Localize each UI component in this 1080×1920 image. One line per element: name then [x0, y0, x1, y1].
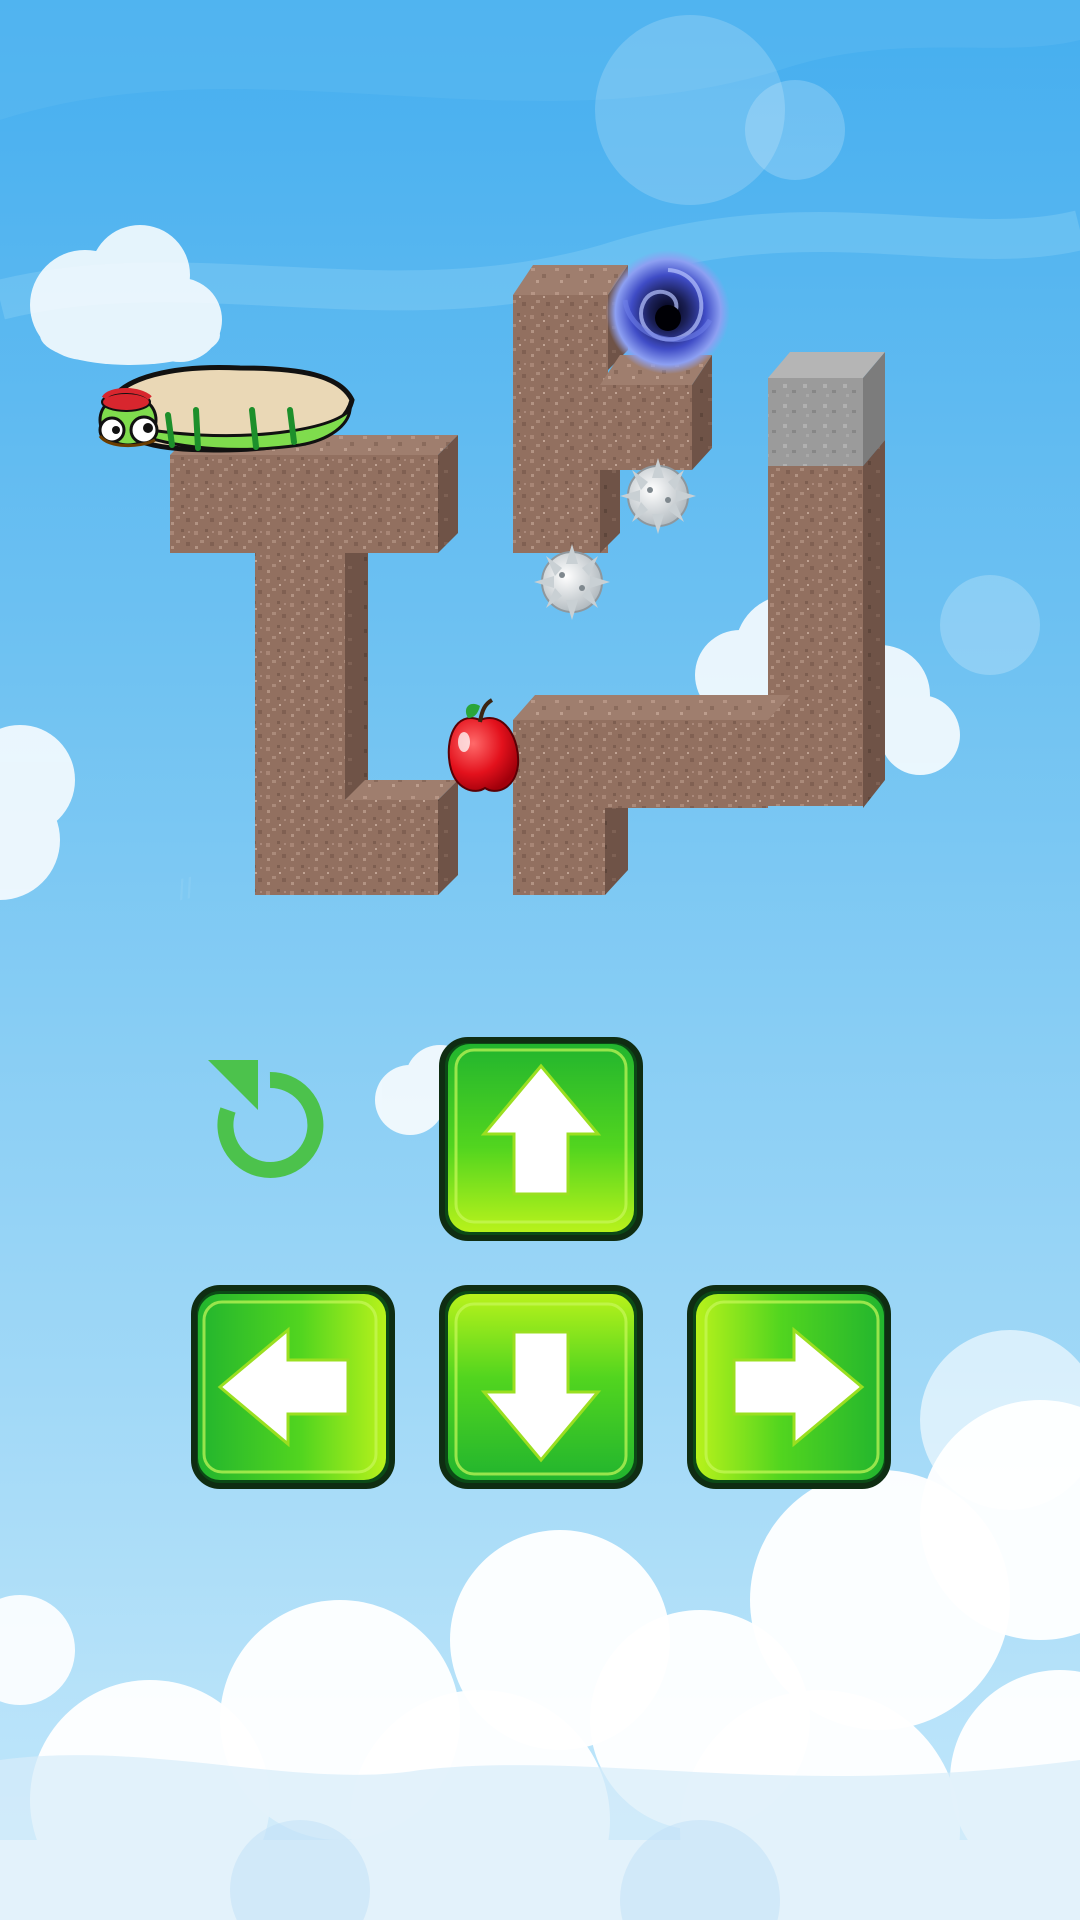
- game-scene: //: [0, 0, 1080, 1920]
- up-button[interactable]: [438, 1036, 644, 1242]
- caterpillar-player: [98, 365, 355, 453]
- down-button[interactable]: [438, 1284, 644, 1490]
- black-hole-portal: [606, 250, 730, 374]
- arrow-up-icon: [439, 1037, 643, 1241]
- arrow-right-icon: [687, 1285, 891, 1489]
- restart-icon: [208, 1060, 324, 1178]
- left-button[interactable]: [190, 1284, 396, 1490]
- arrow-left-icon: [191, 1285, 395, 1489]
- right-button[interactable]: [686, 1284, 892, 1490]
- arrow-down-icon: [439, 1285, 643, 1489]
- restart-button[interactable]: [200, 1055, 340, 1195]
